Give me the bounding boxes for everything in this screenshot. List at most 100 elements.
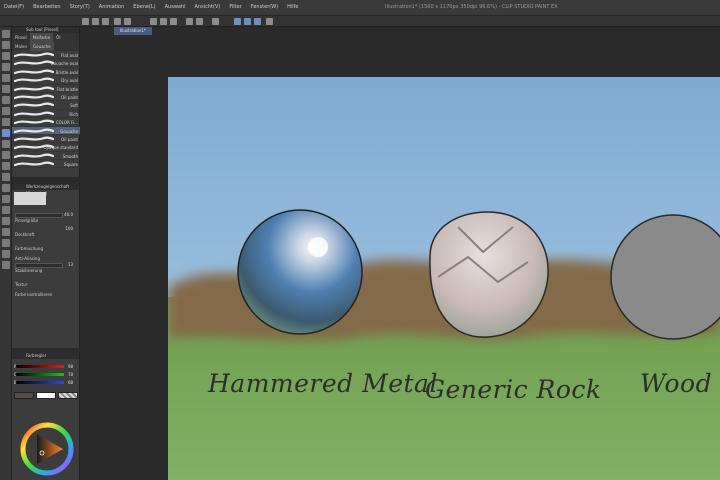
menu-help[interactable]: Hilfe xyxy=(287,3,298,11)
menu-view[interactable]: Ansicht(V) xyxy=(195,3,221,11)
pen-tool-icon[interactable] xyxy=(2,107,10,115)
texture-row[interactable]: Textur xyxy=(15,271,77,287)
tab-oil[interactable]: Öl xyxy=(53,33,63,42)
balloon-tool-icon[interactable] xyxy=(2,250,10,258)
menu-story[interactable]: Story(T) xyxy=(70,3,90,11)
brush-item-label: Flat bristle xyxy=(56,86,78,92)
settings-icon[interactable] xyxy=(266,18,273,25)
canvas-area[interactable]: Illustration1* Hammered Metal Generic Ro… xyxy=(80,27,720,480)
document-tab[interactable]: Illustration1* xyxy=(114,27,152,35)
red-slider[interactable] xyxy=(16,365,64,368)
auto-select-tool-icon[interactable] xyxy=(2,85,10,93)
brush-item[interactable]: Rich xyxy=(12,110,80,119)
undo-icon[interactable] xyxy=(114,18,121,25)
brush-item[interactable]: Soft xyxy=(12,101,80,110)
brush-item[interactable]: Oil paint xyxy=(12,135,80,144)
move-layer-tool-icon[interactable] xyxy=(2,63,10,71)
brush-item-label: Smooth xyxy=(62,153,78,159)
fill-tool-icon[interactable] xyxy=(2,184,10,192)
blue-slider[interactable] xyxy=(16,381,64,384)
brush-item[interactable]: Bristle oval xyxy=(12,68,80,77)
eyedropper-tool-icon[interactable] xyxy=(2,96,10,104)
blend-tool-icon[interactable] xyxy=(2,173,10,181)
tab-brush[interactable]: Pinsel xyxy=(12,33,30,42)
brush-item[interactable]: Gouache xyxy=(12,126,80,135)
pencil-tool-icon[interactable] xyxy=(2,118,10,126)
brush-item[interactable]: COLOR Fi... xyxy=(12,118,80,127)
frame-tool-icon[interactable] xyxy=(2,217,10,225)
anti-aliasing-row[interactable]: Anti-Aliasing xyxy=(15,245,77,261)
redo-icon[interactable] xyxy=(124,18,131,25)
transparent-color-swatch[interactable] xyxy=(58,392,78,399)
gradient-tool-icon[interactable] xyxy=(2,195,10,203)
move-tool-icon[interactable] xyxy=(2,41,10,49)
clear-icon[interactable] xyxy=(150,18,157,25)
brush-item[interactable]: Smooth xyxy=(12,152,80,161)
menu-edit[interactable]: Bearbeiten xyxy=(33,3,60,11)
sub-color-swatch[interactable] xyxy=(36,392,56,399)
brush-item-label: Oil paint xyxy=(61,94,78,100)
brush-item[interactable]: Opaque standard xyxy=(12,143,80,152)
subtool-set-tabs: Malen Gouache xyxy=(12,42,79,51)
invert-selection-icon[interactable] xyxy=(212,18,219,25)
open-file-icon[interactable] xyxy=(92,18,99,25)
stabilization-row[interactable]: Stabilisierung 13 xyxy=(15,257,77,273)
green-slider[interactable] xyxy=(16,373,64,376)
brush-stroke-icon xyxy=(14,94,54,100)
menu-file[interactable]: Datei(F) xyxy=(4,3,24,11)
brush-item[interactable]: Gouache oval xyxy=(12,59,80,68)
stabilization-value: 13 xyxy=(67,262,73,267)
menu-window[interactable]: Fenster(W) xyxy=(251,3,278,11)
brush-item[interactable]: Flat oval xyxy=(12,51,80,60)
save-icon[interactable] xyxy=(102,18,109,25)
brush-stroke-icon xyxy=(14,52,54,58)
selection-tool-icon[interactable] xyxy=(2,74,10,82)
eraser-tool-icon[interactable] xyxy=(2,162,10,170)
brush-tool-icon[interactable] xyxy=(2,129,10,137)
brush-item[interactable]: Dry oval xyxy=(12,76,80,85)
snap-special-ruler-icon[interactable] xyxy=(244,18,251,25)
brush-size-row[interactable]: Pinselgröße 40.0 xyxy=(15,207,77,223)
menu-animation[interactable]: Animation xyxy=(99,3,125,11)
brush-size-slider[interactable] xyxy=(15,213,63,218)
brush-stroke-icon xyxy=(14,136,54,142)
brush-stroke-icon xyxy=(14,102,54,108)
check-color-row[interactable]: Farbe kontrollieren xyxy=(15,281,77,297)
brush-stroke-icon xyxy=(14,111,54,116)
main-color-swatch[interactable] xyxy=(14,392,34,399)
tab-painting[interactable]: Malen xyxy=(12,42,30,51)
canvas-paper[interactable]: Hammered Metal Generic Rock Wood xyxy=(168,77,720,480)
brush-item[interactable]: Oil paint xyxy=(12,93,80,102)
ruler-tool-icon[interactable] xyxy=(2,228,10,236)
fill-icon[interactable] xyxy=(170,18,177,25)
menu-layer[interactable]: Ebene(L) xyxy=(133,3,155,11)
transform-icon[interactable] xyxy=(186,18,193,25)
zoom-tool-icon[interactable] xyxy=(2,30,10,38)
airbrush-tool-icon[interactable] xyxy=(2,140,10,148)
menu-filter[interactable]: Filter xyxy=(229,3,241,11)
new-file-icon[interactable] xyxy=(82,18,89,25)
color-mixing-row[interactable]: Farbmischung xyxy=(15,235,77,251)
app-window: Datei(F) Bearbeiten Story(T) Animation E… xyxy=(0,0,720,480)
menu-selection[interactable]: Auswahl xyxy=(165,3,186,11)
opacity-row[interactable]: Deckkraft 100 xyxy=(15,221,77,237)
snap-grid-icon[interactable] xyxy=(254,18,261,25)
tab-gouache[interactable]: Gouache xyxy=(30,42,54,51)
color-wheel[interactable] xyxy=(20,422,74,476)
stabilization-slider[interactable] xyxy=(15,263,63,268)
brush-size-value: 40.0 xyxy=(64,212,73,217)
clear-outside-icon[interactable] xyxy=(160,18,167,25)
snap-ruler-icon[interactable] xyxy=(234,18,241,25)
caption-generic-rock: Generic Rock xyxy=(425,375,602,404)
figure-tool-icon[interactable] xyxy=(2,206,10,214)
operation-tool-icon[interactable] xyxy=(2,52,10,60)
brush-stroke-icon xyxy=(14,161,54,167)
decoration-tool-icon[interactable] xyxy=(2,151,10,159)
brush-item[interactable]: Square xyxy=(12,160,80,169)
brush-item[interactable]: Flat bristle xyxy=(12,85,80,93)
text-tool-icon[interactable] xyxy=(2,239,10,247)
window-title: Illustration1* (1560 x 1170px 350dpi 96.… xyxy=(385,4,558,10)
correct-line-tool-icon[interactable] xyxy=(2,261,10,269)
deselect-icon[interactable] xyxy=(196,18,203,25)
tab-paint[interactable]: Malfarbe xyxy=(29,33,54,42)
